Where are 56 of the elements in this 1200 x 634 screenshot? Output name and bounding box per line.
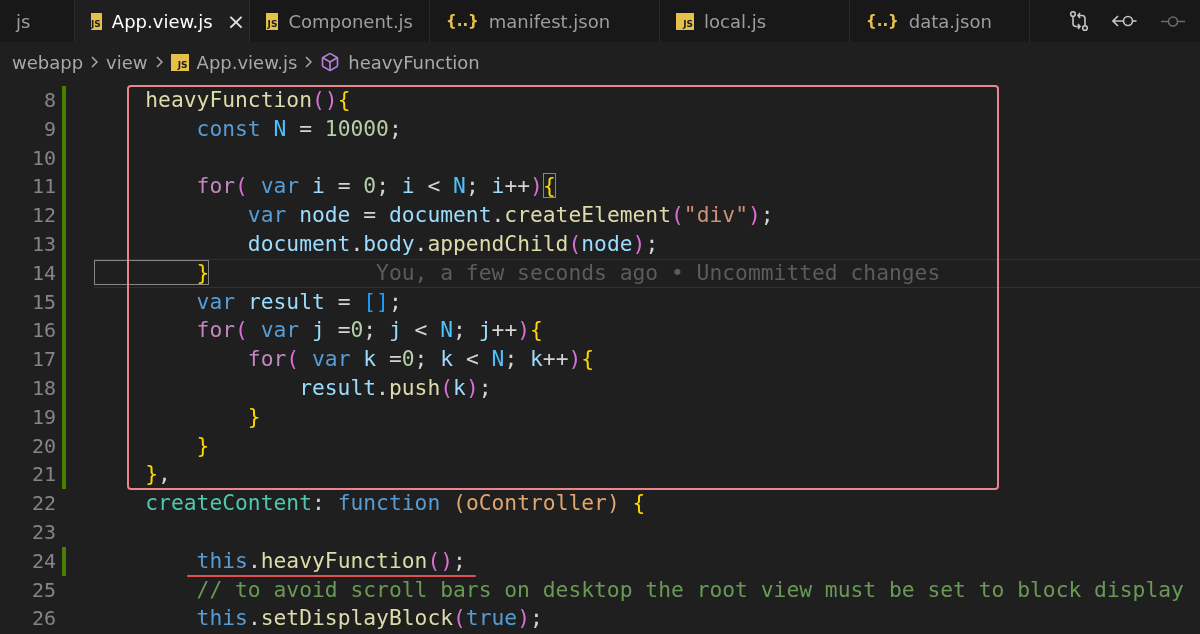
line-number: 8 (42, 87, 56, 114)
json-file-icon: {..} (446, 12, 479, 30)
back-arrow-icon[interactable] (1112, 15, 1138, 27)
line-number: 14 (30, 259, 56, 287)
line-number: 20 (30, 432, 56, 460)
chevron-icon (305, 56, 313, 68)
breadcrumb-item[interactable]: JS App.view.js (170, 51, 298, 73)
code-line: var node = document.createElement("div"); (246, 202, 774, 228)
code-line: result.push(k); (298, 374, 492, 400)
chevron-icon (155, 56, 163, 68)
code-line: for( var j =0; j < N; j++){ (195, 317, 543, 343)
code-line: this.setDisplayBlock(true); (195, 605, 543, 631)
code-line: } (94, 259, 210, 285)
js-file-icon: JS (91, 12, 102, 30)
line-number: 16 (30, 317, 56, 345)
line-number: 9 (42, 115, 56, 143)
line-number: 18 (30, 374, 56, 402)
line-number: 26 (30, 605, 56, 633)
line-number: 22 (30, 490, 56, 518)
cube-icon (320, 52, 341, 72)
line-number: 13 (30, 231, 56, 258)
code-line: } (246, 403, 261, 429)
line-number: 24 (30, 547, 56, 575)
line-number: 15 (30, 288, 56, 316)
line-number: 12 (30, 202, 56, 230)
chevron-icon (91, 56, 99, 68)
js-file-icon: JS (266, 12, 279, 30)
code-line: for( var k =0; k < N; k++){ (246, 346, 595, 372)
line-number: 10 (30, 144, 56, 172)
code-line: document.body.appendChild(node); (246, 231, 659, 256)
code-line: heavyFunction(){ (144, 87, 351, 112)
line-number: 25 (30, 576, 56, 604)
js-file-icon: JS (676, 12, 694, 30)
breadcrumb-item[interactable]: webapp (12, 51, 84, 73)
code-line: this.heavyFunction(); (195, 547, 466, 573)
code-line: createContent: function (oController) { (144, 490, 646, 516)
js-file-icon: JS (170, 53, 189, 71)
line-number: 17 (30, 346, 56, 374)
breadcrumb-item[interactable]: heavyFunction (320, 51, 480, 73)
code-line: } (195, 432, 210, 458)
json-file-icon: {..} (866, 12, 899, 30)
code-line: var result = []; (195, 288, 402, 314)
editor-tab[interactable]: JS App.view.js × (75, 0, 250, 42)
breadcrumb-item[interactable]: view (106, 51, 148, 73)
code-line: // to avoid scroll bars on desktop the root view must be set to block display (195, 576, 1184, 602)
line-number: 21 (30, 461, 56, 489)
code-line: }, (144, 461, 171, 487)
commit-icon[interactable] (1160, 15, 1186, 27)
blame-annotation: You, a few seconds ago • Uncommitted changes (376, 259, 941, 285)
line-number: 11 (30, 173, 56, 201)
line-number: 23 (30, 518, 56, 546)
code-line: const N = 10000; (195, 115, 402, 141)
close-icon[interactable]: × (226, 8, 246, 34)
line-number: 19 (30, 403, 56, 431)
compare-changes-icon[interactable] (1068, 10, 1090, 32)
code-line: for( var i = 0; i < N; i++){ (195, 173, 556, 199)
